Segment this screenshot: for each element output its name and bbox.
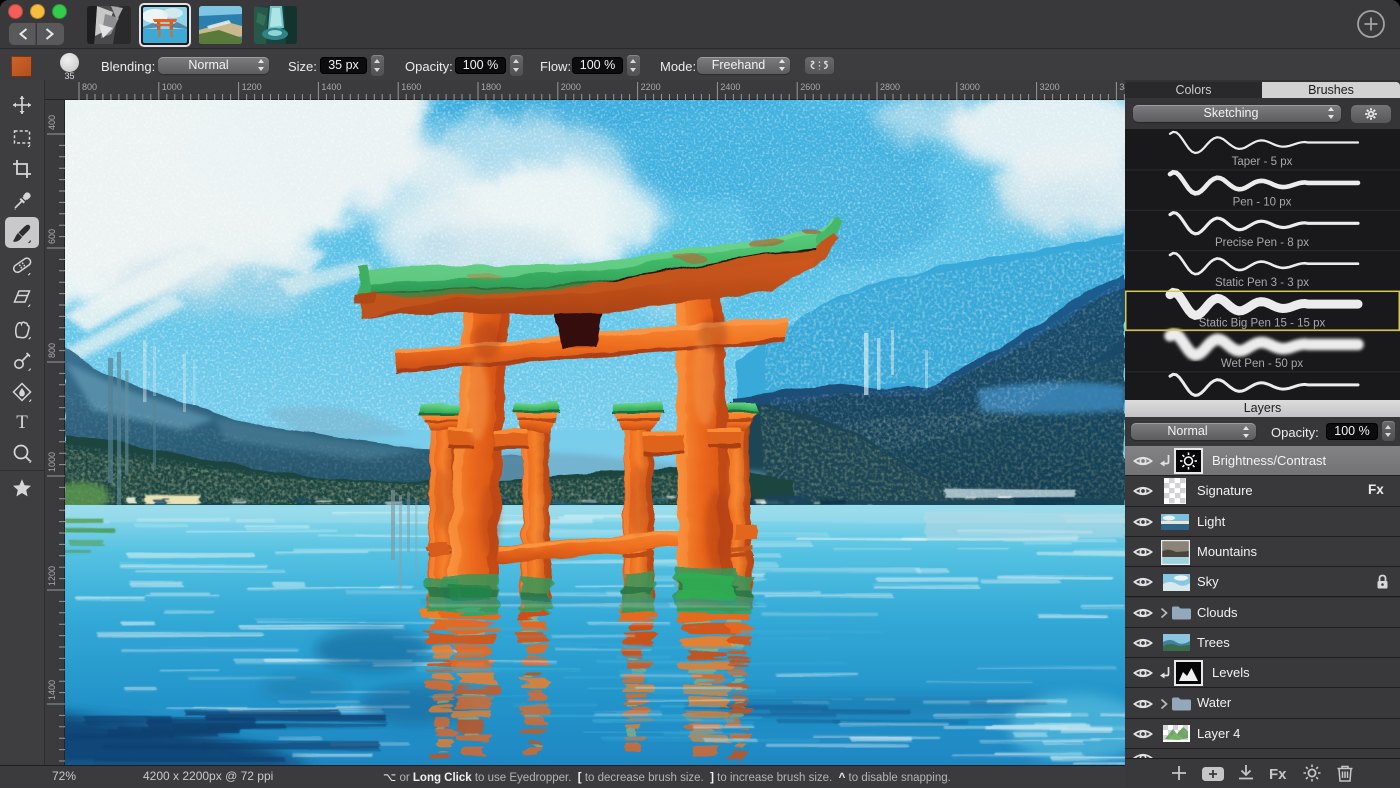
- svg-text:Wet Pen - 50 px: Wet Pen - 50 px: [1221, 358, 1303, 370]
- svg-text:1000: 1000: [47, 452, 57, 472]
- svg-text:800: 800: [82, 82, 97, 92]
- svg-text:Static Pen 3 - 3 px: Static Pen 3 - 3 px: [1215, 277, 1309, 289]
- svg-text:2200: 2200: [641, 82, 661, 92]
- svg-text:Pen - 10 px: Pen - 10 px: [1233, 196, 1292, 208]
- svg-text:1400: 1400: [47, 680, 57, 700]
- svg-text:2400: 2400: [720, 82, 740, 92]
- svg-text:1800: 1800: [481, 82, 501, 92]
- svg-text:1400: 1400: [321, 82, 341, 92]
- svg-text:2800: 2800: [880, 82, 900, 92]
- svg-text:1200: 1200: [47, 566, 57, 586]
- svg-text:Taper - 5 px: Taper - 5 px: [1232, 156, 1293, 168]
- svg-text:800: 800: [47, 343, 57, 358]
- svg-text:1200: 1200: [242, 82, 262, 92]
- svg-text:3200: 3200: [1040, 82, 1060, 92]
- svg-text:3000: 3000: [960, 82, 980, 92]
- svg-text:T: T: [16, 412, 28, 433]
- svg-text:1600: 1600: [401, 82, 421, 92]
- svg-text:400: 400: [47, 115, 57, 130]
- svg-text:2600: 2600: [800, 82, 820, 92]
- svg-text:600: 600: [47, 229, 57, 244]
- svg-text:1000: 1000: [162, 82, 182, 92]
- svg-text:Precise Pen - 8 px: Precise Pen - 8 px: [1215, 237, 1309, 249]
- svg-text:2000: 2000: [561, 82, 581, 92]
- svg-text:Static Big Pen 15 - 15 px: Static Big Pen 15 - 15 px: [1199, 318, 1326, 330]
- svg-text:Fx: Fx: [1269, 766, 1287, 783]
